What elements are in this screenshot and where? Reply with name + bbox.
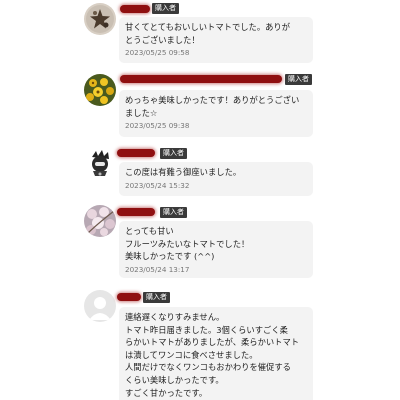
buyer-badge: 購入者 — [143, 292, 170, 303]
dark-character-avatar[interactable] — [84, 147, 116, 179]
review-timestamp: 2023/05/24 13:17 — [125, 264, 190, 274]
review-text-line: らかいトマトがありましたが、柔らかいトマト — [125, 337, 300, 348]
redacted-username — [120, 5, 150, 13]
review-text-line: めっちゃ美味しかったです！ありがとうござい — [125, 95, 300, 105]
redacted-username — [117, 149, 155, 157]
review-text-line: フルーツみたいなトマトでした！ — [125, 238, 250, 249]
review-timestamp: 2023/05/24 15:32 — [125, 180, 190, 190]
review-text-line: すごく甘かったです。 — [125, 387, 208, 398]
review-text-line: 人間だけでなくワンコもおかわりを催促する — [125, 362, 291, 373]
review-text-line: 甘くてとてもおいしいトマトでした。ありが — [125, 22, 291, 32]
review-bubble: めっちゃ美味しかったです！ありがとうござい ました☆ 2023/05/25 09… — [119, 90, 313, 137]
yellow-flowers-avatar[interactable] — [84, 74, 116, 106]
buyer-badge: 購入者 — [160, 148, 187, 159]
review-timestamp: 2023/05/25 09:38 — [125, 121, 190, 131]
review-text-line: は潰してワンコに食べさせました。 — [125, 349, 258, 360]
redacted-username — [120, 75, 282, 83]
review-text-line: くらい美味しかったです。 — [125, 374, 224, 385]
review-bubble: 連絡遅くなりすみません。 トマト昨日届きました。3個くらいすごく柔 らかいトマト… — [119, 307, 313, 400]
review-text-line: トマト昨日届きました。3個くらいすごく柔 — [125, 324, 288, 335]
review-text-line: とうございました！ — [125, 34, 200, 45]
review-text-line: とっても甘い — [125, 226, 174, 236]
review-text-line: ました☆ — [125, 107, 158, 118]
redacted-username — [117, 293, 141, 301]
star-ornament-avatar[interactable] — [84, 3, 116, 35]
pink-blossom-avatar[interactable] — [84, 205, 116, 237]
buyer-badge: 購入者 — [152, 3, 179, 14]
default-user-avatar[interactable] — [84, 290, 116, 322]
buyer-badge: 購入者 — [285, 74, 312, 85]
review-bubble: この度は有難う御座いました。 2023/05/24 15:32 — [119, 162, 313, 196]
review-bubble: とっても甘い フルーツみたいなトマトでした！ 美味しかったです (^^) 202… — [119, 221, 313, 278]
review-text-line: 美味しかったです (^^) — [125, 251, 215, 262]
review-text-line: 連絡遅くなりすみません。 — [125, 312, 225, 322]
redacted-username — [117, 208, 155, 216]
review-timestamp: 2023/05/25 09:58 — [125, 48, 190, 58]
review-bubble: 甘くてとてもおいしいトマトでした。ありが とうございました！ 2023/05/2… — [119, 17, 313, 63]
buyer-badge: 購入者 — [160, 207, 187, 218]
review-text-line: この度は有難う御座いました。 — [125, 167, 242, 177]
